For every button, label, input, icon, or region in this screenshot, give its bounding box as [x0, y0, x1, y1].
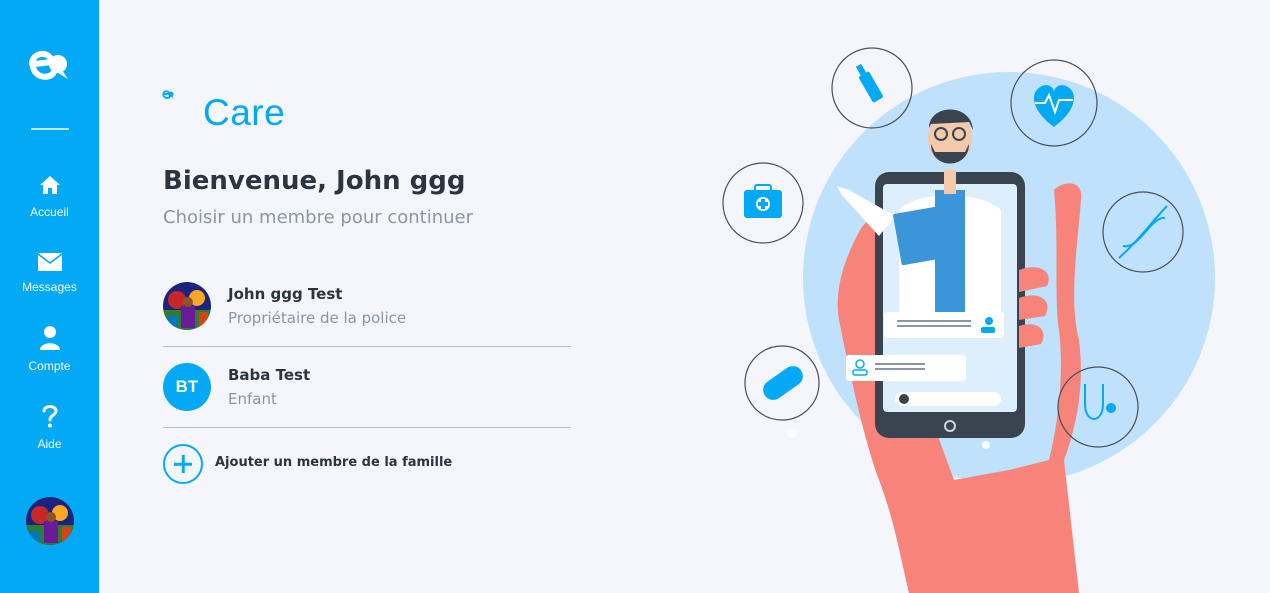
member-item-john[interactable]: John ggg Test Propriétaire de la police [163, 267, 571, 347]
member-role: Propriétaire de la police [228, 309, 407, 327]
medical-kit-icon [722, 162, 804, 244]
member-name: Baba Test [228, 366, 311, 384]
bandage-icon [744, 345, 820, 421]
question-icon [42, 405, 58, 428]
page-subtitle: Choisir un membre pour continuer [163, 207, 474, 228]
envelope-icon [37, 253, 62, 271]
sidebar-item-label: Messages [22, 280, 77, 294]
user-avatar[interactable] [26, 497, 74, 545]
sidebar-item-label: Accueil [30, 205, 69, 219]
member-initials-avatar: BT [163, 363, 211, 411]
member-avatar [163, 282, 211, 330]
sidebar-item-messages[interactable]: Messages [0, 253, 99, 295]
member-role: Enfant [228, 390, 277, 408]
member-name: John ggg Test [228, 285, 343, 303]
member-item-baba[interactable]: BT Baba Test Enfant [163, 348, 571, 428]
plus-circle-icon [163, 444, 203, 484]
avatar-photo [163, 282, 211, 330]
sidebar: Accueil Messages Compte Aide [0, 0, 99, 593]
avatar-photo [26, 497, 74, 545]
sidebar-divider [31, 128, 69, 130]
page-title: Bienvenue, John ggg [163, 166, 466, 196]
app-logo-icon[interactable] [28, 46, 70, 82]
sidebar-item-aide[interactable]: Aide [0, 404, 99, 452]
brand-name: Care [203, 92, 286, 133]
main-content: Care Bienvenue, John ggg Choisir un memb… [99, 0, 1270, 593]
sidebar-item-label: Compte [28, 359, 71, 373]
sidebar-item-label: Aide [37, 437, 62, 451]
sidebar-item-accueil[interactable]: Accueil [0, 174, 99, 220]
ecare-logo-icon [162, 90, 174, 99]
home-icon [39, 176, 60, 194]
user-icon [39, 326, 60, 350]
telemedicine-illustration [722, 47, 1215, 593]
add-family-member-label: Ajouter un membre de la famille [215, 455, 453, 470]
add-family-member-button[interactable]: Ajouter un membre de la famille [163, 444, 463, 484]
sidebar-item-compte[interactable]: Compte [0, 326, 99, 374]
syringe-icon [831, 47, 913, 129]
